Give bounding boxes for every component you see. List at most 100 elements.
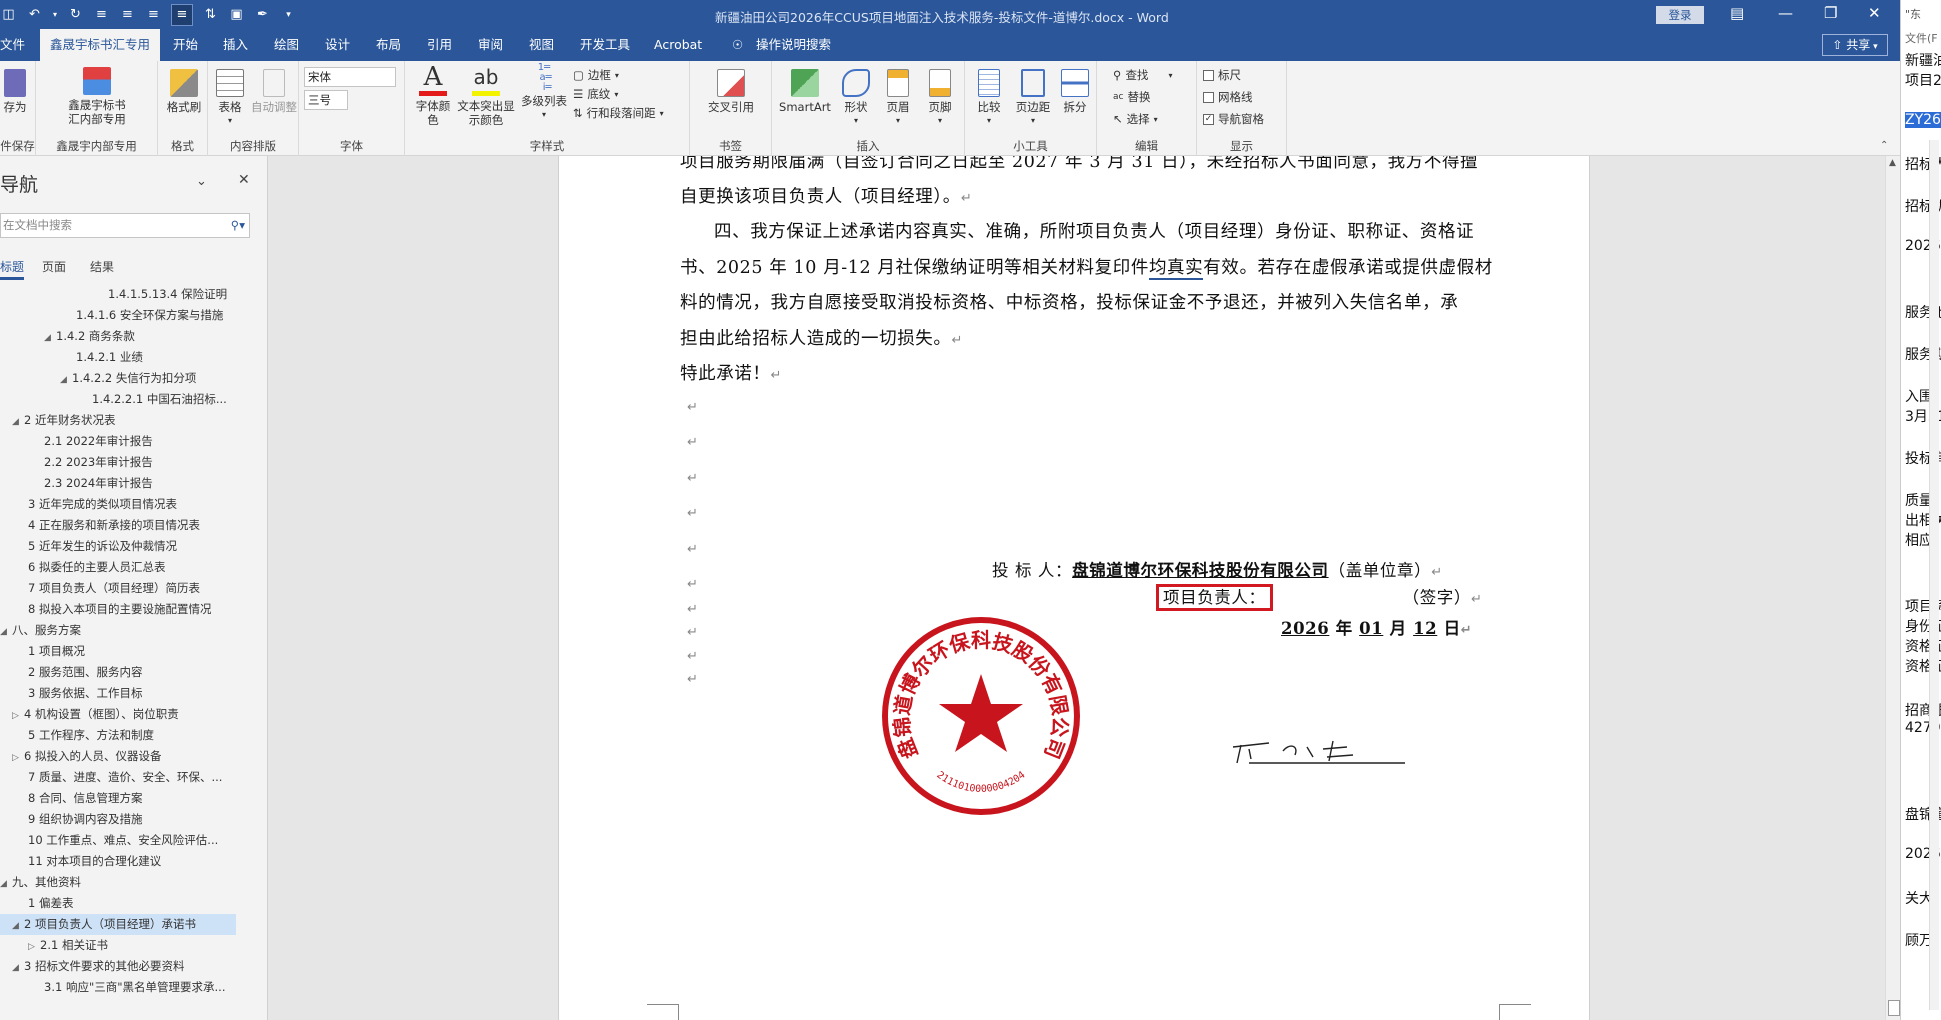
second-window-edge[interactable]: "东 文件(F 新疆油 项目2 ZY26 招标人 招标机 2026 服务地 服务… [1900, 0, 1941, 1020]
cross-ref-button[interactable]: 交叉引用 [698, 69, 764, 114]
multilevel-list-button[interactable]: 1═ a═ i═ 多级列表 ▾ [519, 63, 569, 122]
replace-button[interactable]: ac 替换 [1113, 89, 1150, 105]
collapse-triangle-icon[interactable]: ◢ [60, 370, 72, 389]
dropdown-icon[interactable]: ▾ [52, 6, 58, 23]
nav-item[interactable]: ▷ 2.1 相关证书 [28, 935, 108, 956]
tell-me-search[interactable]: 操作说明搜索 [756, 29, 831, 61]
tab-insert[interactable]: 插入 [223, 29, 248, 61]
scroll-up-icon[interactable]: ▲ [1889, 158, 1896, 168]
undo-icon[interactable]: ↶ [26, 6, 43, 23]
shapes-button[interactable]: 形状 ▾ [836, 69, 876, 128]
nav-item[interactable]: 1.4.1.5.13.4 保险证明 [108, 284, 227, 305]
tab-view[interactable]: 视图 [529, 29, 554, 61]
nav-item[interactable]: 3.1 响应"三商"黑名单管理要求承... [44, 977, 226, 998]
nav-item[interactable]: 1.4.1.6 安全环保方案与措施 [76, 305, 223, 326]
tab-acrobat[interactable]: Acrobat [654, 29, 702, 61]
close-icon[interactable]: ✕ [238, 172, 250, 188]
table-button[interactable]: 表格 ▾ [212, 69, 248, 128]
tab-home[interactable]: 开始 [173, 29, 198, 61]
close-icon[interactable]: ✕ [1868, 4, 1881, 22]
collapse-triangle-icon[interactable]: ◢ [0, 622, 12, 641]
nav-item[interactable]: 1.4.2.1 业绩 [76, 347, 143, 368]
maximize-icon[interactable]: ❐ [1824, 4, 1837, 22]
collapse-triangle-icon[interactable]: ◢ [12, 916, 24, 935]
save-as-button[interactable]: 存为 [0, 69, 30, 114]
nav-item[interactable]: ◢ 2 近年财务状况表 [12, 410, 115, 431]
grammar-underlined-text[interactable]: 均真实 [1148, 258, 1204, 280]
align-right-icon[interactable]: ≡ [145, 6, 162, 23]
share-button[interactable]: ⇧ 共享 ▾ [1822, 34, 1888, 56]
header-button[interactable]: 页眉 ▾ [878, 69, 918, 128]
nav-item[interactable]: 8 拟投入本项目的主要设施配置情况 [28, 599, 211, 620]
tab-references[interactable]: 引用 [427, 29, 452, 61]
tab-headings[interactable]: 标题 [0, 258, 25, 280]
redo-icon[interactable]: ↻ [67, 6, 84, 23]
nav-pane-check[interactable]: ✓ [1203, 113, 1214, 125]
expand-triangle-icon[interactable]: ▷ [12, 748, 24, 767]
nav-item[interactable]: ◢ 九、其他资料 [0, 872, 81, 893]
nav-item[interactable]: 2 服务范围、服务内容 [28, 662, 142, 683]
font-color-button[interactable]: A 字体颜 色 [413, 63, 453, 127]
shading-button[interactable]: ☰ 底纹 ▾ [573, 86, 618, 102]
tab-layout[interactable]: 布局 [376, 29, 401, 61]
footer-button[interactable]: 页脚 ▾ [920, 69, 960, 128]
format-painter-button[interactable]: 格式刷 [162, 69, 206, 114]
ribbon-display-icon[interactable]: ▤ [1730, 4, 1744, 22]
compare-button[interactable]: 比较 ▾ [969, 69, 1009, 128]
nav-item[interactable]: 5 近年发生的诉讼及仲裁情况 [28, 536, 177, 557]
nav-item[interactable]: 5 工作程序、方法和制度 [28, 725, 154, 746]
page-border-button[interactable]: 页边距 ▾ [1011, 69, 1055, 128]
collapse-triangle-icon[interactable]: ◢ [0, 874, 12, 893]
tab-design[interactable]: 设计 [325, 29, 350, 61]
ruler-check[interactable] [1203, 69, 1214, 81]
line-spacing-button[interactable]: ⇅ 行和段落间距 ▾ [573, 105, 664, 121]
expand-triangle-icon[interactable]: ▷ [12, 706, 24, 725]
nav-item[interactable]: 9 组织协调内容及措施 [28, 809, 142, 830]
collapse-triangle-icon[interactable]: ◢ [44, 328, 56, 347]
nav-item[interactable]: 1 偏差表 [28, 893, 73, 914]
nav-item[interactable]: 3 近年完成的类似项目情况表 [28, 494, 177, 515]
expand-triangle-icon[interactable]: ▷ [28, 937, 40, 956]
nav-item[interactable]: 2.3 2024年审计报告 [44, 473, 153, 494]
login-button[interactable]: 登录 [1656, 6, 1704, 24]
font-size-select[interactable]: 三号 [304, 90, 348, 110]
border-button[interactable]: ▢ 边框 ▾ [573, 67, 619, 83]
select-button[interactable]: ↖ 选择 ▾ [1113, 111, 1158, 127]
nav-item[interactable]: 2.2 2023年审计报告 [44, 452, 153, 473]
tab-results[interactable]: 结果 [90, 258, 114, 275]
nav-item[interactable]: 10 工作重点、难点、安全风险评估... [28, 830, 218, 851]
highlight-button[interactable]: ab 文本突出显 示颜色 [455, 63, 517, 127]
tab-pages[interactable]: 页面 [42, 258, 66, 275]
search-icon[interactable]: ⚲▾ [231, 214, 245, 237]
tab-developer[interactable]: 开发工具 [580, 29, 630, 61]
nav-item[interactable]: ◢ 3 招标文件要求的其他必要资料 [12, 956, 184, 977]
second-window-scrollbar[interactable] [1929, 140, 1939, 1010]
nav-item[interactable]: 11 对本项目的合理化建议 [28, 851, 161, 872]
nav-item[interactable]: ◢ 1.4.2.2 失信行为扣分项 [60, 368, 196, 389]
document-page[interactable]: 项目服务期限届满（自签订合同之日起至 2027 年 3 月 31 日），未经招标… [558, 156, 1590, 1020]
tab-custom[interactable]: 鑫晟宇标书汇专用 [40, 29, 161, 61]
nav-item[interactable]: 1.4.2.2.1 中国石油招标... [92, 389, 227, 410]
chevron-down-icon[interactable]: ⌄ [196, 174, 207, 189]
nav-item[interactable]: 4 正在服务和新承接的项目情况表 [28, 515, 200, 536]
nav-search-input[interactable]: 在文档中搜索 ⚲▾ [0, 213, 250, 238]
tab-draw[interactable]: 绘图 [274, 29, 299, 61]
tab-file[interactable]: 文件 [0, 29, 25, 61]
nav-item[interactable]: 3 服务依据、工作目标 [28, 683, 142, 704]
customize-qat-icon[interactable]: ▾ [280, 6, 297, 23]
vertical-scrollbar[interactable]: ▲ ▼ [1885, 156, 1901, 1020]
collapse-ribbon-icon[interactable]: ⌃ [1880, 140, 1888, 151]
justify-icon[interactable]: ≡ [171, 3, 193, 26]
find-button[interactable]: ⚲ 查找 ▾ [1113, 67, 1172, 83]
auto-adjust-button[interactable]: 自动调整 [250, 69, 298, 114]
nav-item[interactable]: 7 质量、进度、造价、安全、环保、... [28, 767, 222, 788]
biaoshu-button[interactable]: 鑫晟宇标书 汇内部专用 [42, 67, 152, 126]
align-center-icon[interactable]: ≡ [119, 6, 136, 23]
collapse-triangle-icon[interactable]: ◢ [12, 958, 24, 977]
line-spacing-icon[interactable]: ⇅ [202, 6, 219, 23]
nav-pane-checkbox[interactable]: ✓ 导航窗格 [1203, 111, 1264, 127]
tab-review[interactable]: 审阅 [478, 29, 503, 61]
nav-item[interactable]: ▷ 4 机构设置（框图）、岗位职责 [12, 704, 179, 725]
save-as-icon[interactable]: ▣ [228, 6, 245, 23]
align-left-icon[interactable]: ≡ [93, 6, 110, 23]
